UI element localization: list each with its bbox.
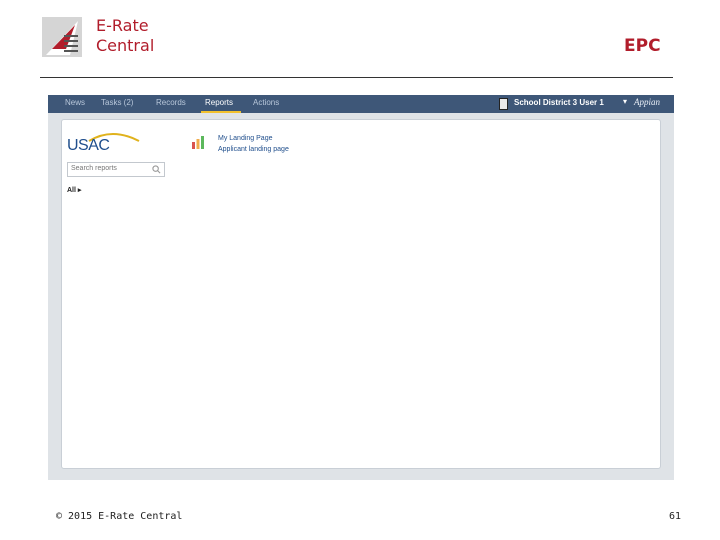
bar-chart-icon	[192, 136, 204, 149]
user-name[interactable]: School District 3 User 1	[514, 98, 604, 107]
section-title: EPC	[624, 36, 661, 56]
search-reports-input[interactable]: Search reports	[67, 162, 165, 177]
nav-tab-reports[interactable]: Reports	[205, 98, 233, 107]
report-link-my-landing-page[interactable]: My Landing Page	[218, 135, 272, 142]
app-screenshot: News Tasks (2) Records Reports Actions S…	[48, 95, 674, 480]
reports-panel: USAC Search reports All ▸ My Landing Pag…	[61, 119, 661, 469]
nav-tab-tasks[interactable]: Tasks (2)	[101, 98, 133, 107]
erate-central-logo-icon	[42, 17, 82, 57]
nav-tab-news[interactable]: News	[65, 98, 85, 107]
nav-tab-records[interactable]: Records	[156, 98, 186, 107]
copyright-text: © 2015 E-Rate Central	[56, 511, 183, 522]
top-nav-bar: News Tasks (2) Records Reports Actions S…	[48, 95, 674, 113]
appian-logo: Appian	[634, 97, 660, 107]
user-badge-icon	[499, 98, 508, 110]
brand-name: E-Rate Central	[96, 16, 154, 56]
all-filter-toggle[interactable]: All ▸	[67, 186, 81, 194]
search-icon[interactable]	[152, 165, 161, 174]
brand-line-2: Central	[96, 36, 155, 55]
page-number: 61	[669, 511, 682, 522]
report-link-applicant-landing-page[interactable]: Applicant landing page	[218, 146, 289, 153]
nav-tab-actions[interactable]: Actions	[253, 98, 279, 107]
brand-line-1: E-Rate	[96, 16, 149, 35]
active-tab-indicator	[201, 111, 241, 113]
user-menu-chevron-icon[interactable]: ▾	[623, 97, 627, 106]
header-divider	[40, 77, 673, 78]
search-placeholder: Search reports	[71, 165, 117, 172]
usac-logo-text: USAC	[67, 137, 110, 154]
usac-logo: USAC	[67, 129, 145, 159]
